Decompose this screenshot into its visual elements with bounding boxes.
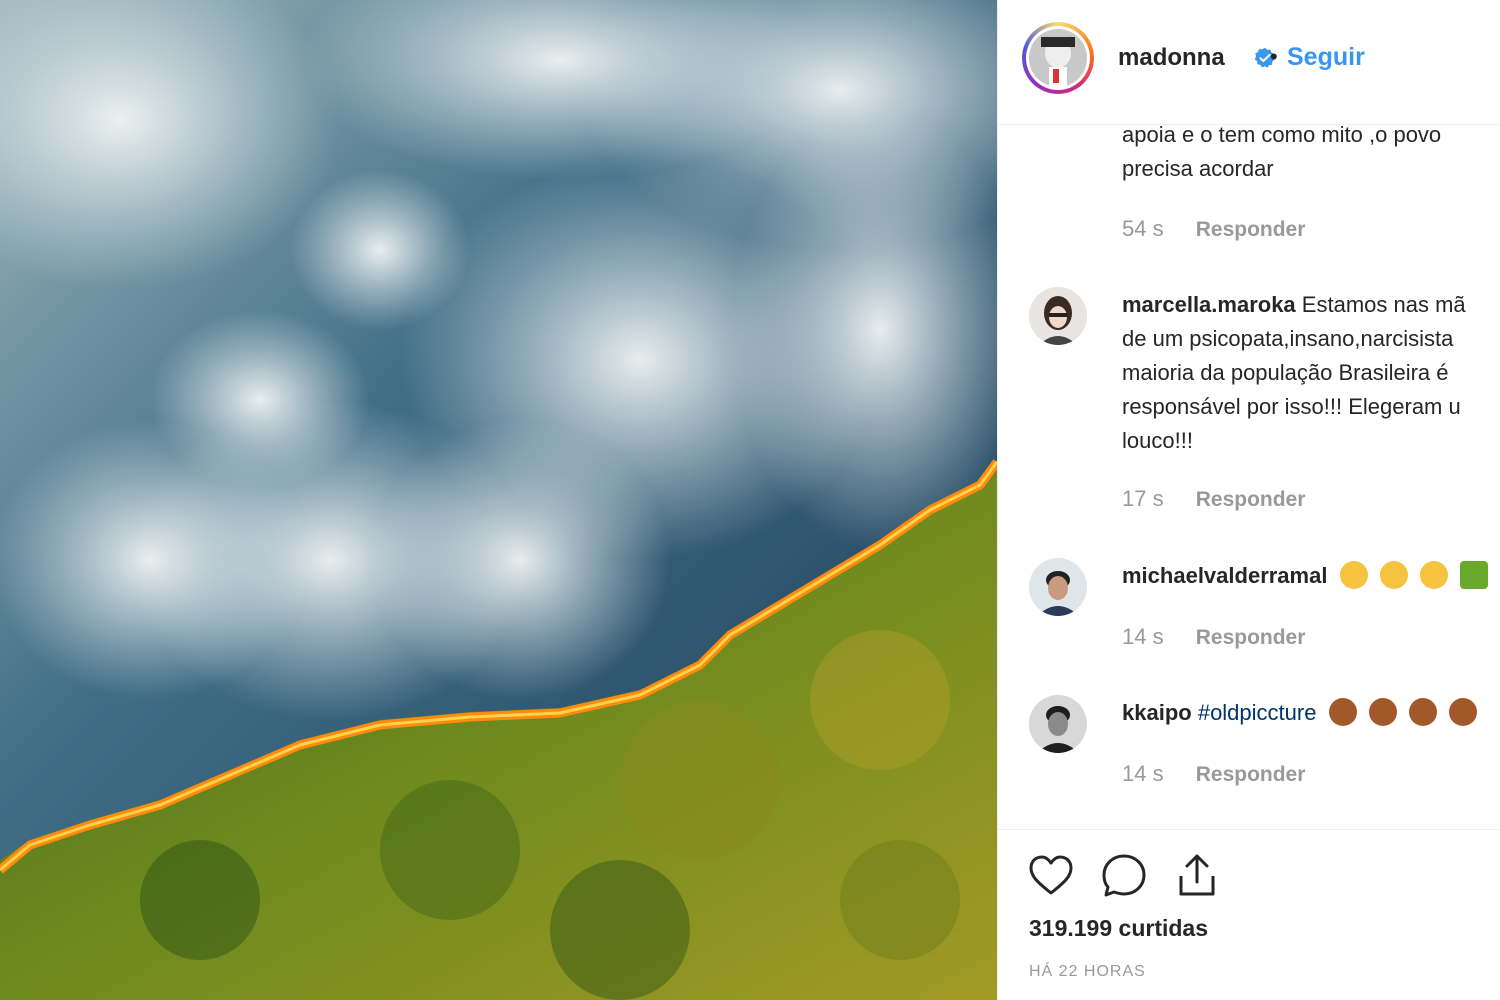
heart-icon[interactable] — [1027, 852, 1075, 900]
follow-button[interactable]: Seguir — [1287, 43, 1365, 72]
comment-meta: 17 s Responder — [1122, 486, 1305, 512]
comments-list[interactable]: apoia e o tem como mito ,o povo precisa … — [998, 124, 1500, 829]
emoji-horse-icon — [1368, 698, 1397, 726]
comment-meta: 14 s Responder — [1122, 624, 1305, 650]
emoji-horse-icon — [1448, 698, 1477, 726]
comment-text-line: apoia e o tem como mito ,o povo — [1122, 124, 1442, 147]
comment-username[interactable]: kkaipo — [1122, 700, 1192, 725]
like-count[interactable]: 319.199 curtidas — [1029, 915, 1208, 942]
emoji-horse-icon — [1328, 698, 1357, 726]
comment-text-line: louco!!! — [1122, 428, 1193, 453]
reply-button[interactable]: Responder — [1196, 218, 1306, 241]
comment-age: 14 s — [1122, 624, 1164, 649]
comment-icon[interactable] — [1100, 852, 1148, 900]
comment-text-line: maioria da população Brasileira é — [1122, 360, 1449, 385]
commenter-avatar[interactable] — [1029, 287, 1087, 345]
reply-button[interactable]: Responder — [1196, 763, 1306, 786]
comment-text-line: responsável por isso!!! Elegeram u — [1122, 394, 1461, 419]
post-timestamp[interactable]: HÁ 22 HORAS — [1029, 963, 1146, 981]
emoji-seedling-icon — [1459, 561, 1488, 589]
comment-body: kkaipo #oldpiccture — [1122, 696, 1477, 730]
emoji-sad-icon — [1339, 561, 1368, 589]
commenter-avatar[interactable] — [1029, 558, 1087, 616]
comment-meta: 14 s Responder — [1122, 761, 1305, 787]
post-actions: 319.199 curtidas HÁ 22 HORAS — [998, 829, 1500, 1000]
emoji-horse-icon — [1408, 698, 1437, 726]
post-image[interactable] — [0, 0, 997, 1000]
author-avatar[interactable] — [1022, 22, 1094, 94]
comment-body: michaelvalderramal — [1122, 559, 1488, 593]
comment-body: marcella.maroka Estamos nas mã — [1122, 288, 1466, 322]
share-icon[interactable] — [1173, 852, 1221, 900]
reply-button[interactable]: Responder — [1196, 626, 1306, 649]
hashtag-link[interactable]: #oldpiccture — [1198, 700, 1317, 725]
reply-button[interactable]: Responder — [1196, 488, 1306, 511]
post-header: madonna • Seguir — [998, 0, 1500, 125]
author-username[interactable]: madonna — [1118, 44, 1225, 72]
comment-age: 14 s — [1122, 761, 1164, 786]
header-separator: • — [1270, 44, 1278, 69]
comment-text-line: precisa acordar — [1122, 156, 1274, 181]
comment-text-line: Estamos nas mã — [1301, 292, 1466, 317]
comment-username[interactable]: marcella.maroka — [1122, 292, 1296, 317]
comment-age: 17 s — [1122, 486, 1164, 511]
emoji-sad-icon — [1419, 561, 1448, 589]
commenter-avatar[interactable] — [1029, 695, 1087, 753]
comment-text-line: de um psicopata,insano,narcisista — [1122, 326, 1454, 351]
comment-username[interactable]: michaelvalderramal — [1122, 563, 1327, 588]
post-sidebar: madonna • Seguir apoia e o tem como mito… — [997, 0, 1500, 1000]
comment-age: 54 s — [1122, 216, 1164, 241]
emoji-sad-icon — [1379, 561, 1408, 589]
comment-meta: 54 s Responder — [1122, 216, 1305, 242]
